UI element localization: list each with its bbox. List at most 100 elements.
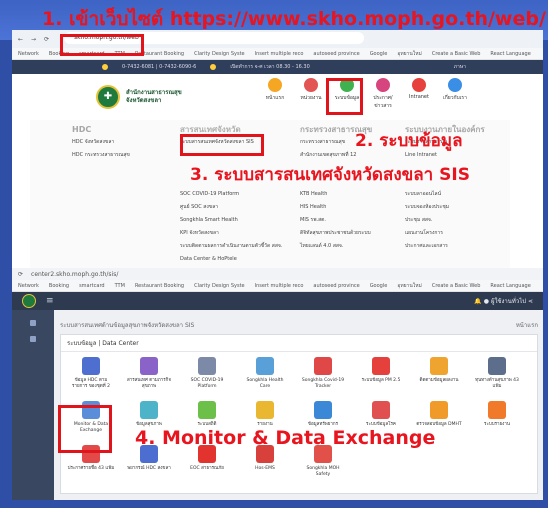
menu-link[interactable]: HDC จังหวัดสงขลา: [72, 136, 130, 149]
bookmark-item[interactable]: Create a Basic Web: [432, 51, 481, 57]
language-selector[interactable]: ภาษา: [454, 63, 466, 71]
system-tile-label: Songkhla Covid-19 Tracker: [301, 378, 345, 389]
info-phone: 0-7432-6081 | 0-7432-6090-6: [122, 64, 197, 70]
bookmark-item[interactable]: อุทยานใหม่: [397, 50, 422, 58]
org-name-line-2: จังหวัดสงขลา: [126, 97, 162, 104]
menu-link[interactable]: Songkhla Smart Health: [180, 214, 282, 227]
avatar: ●: [483, 298, 490, 305]
system-tile-icon: [198, 401, 216, 419]
system-tile[interactable]: SOC COVID-19 Platform: [183, 357, 231, 390]
forward-icon[interactable]: →: [31, 36, 36, 43]
menu-link[interactable]: ดิจิทัลสุขภาพประชาชนด้วยระบบ: [300, 227, 372, 240]
menu-link[interactable]: SOC COVID-19 Platform: [180, 188, 282, 201]
menu-link[interactable]: KTB Health: [300, 188, 372, 201]
system-tile-icon: [488, 401, 506, 419]
menu-link[interactable]: ระบบลาออนไลน์: [405, 188, 485, 201]
menu-link[interactable]: แผนงานโครงการ: [405, 227, 485, 240]
bookmark-item[interactable]: Network: [18, 283, 39, 289]
data-center-card: ระบบข้อมูล | Data Center ข้อมูล HDC ตามร…: [60, 334, 538, 494]
nav-label: หน่วยงาน: [300, 95, 322, 101]
bookmark-item[interactable]: smartcard: [79, 283, 105, 289]
bookmark-item[interactable]: autoseed province: [313, 51, 359, 57]
bookmark-item[interactable]: Google: [370, 283, 388, 289]
system-tile[interactable]: ติดตามข้อมูลผลงาน: [415, 357, 463, 384]
bookmark-item[interactable]: อุทยานใหม่: [397, 282, 422, 290]
bookmarks-bar-2: Network Booking smartcard TTM Restaurant Boo…: [12, 280, 543, 292]
system-tile[interactable]: ระบบข้อมูล PM 2.5: [357, 357, 405, 384]
moph-logo[interactable]: ✚: [96, 85, 120, 109]
bookmark-item[interactable]: autoseed province: [313, 283, 359, 289]
system-tile[interactable]: พยากรณ์ HDC สงขลา: [125, 445, 173, 472]
user-menu[interactable]: 🔔 ● ผู้ใช้งานทั่วไป ⋖: [474, 296, 533, 306]
bookmark-item[interactable]: Clarity Design Syste: [194, 283, 245, 289]
system-tile-label: ทุนทางด้านสุขภาพ 43 แฟ้ม: [475, 378, 519, 389]
menu-link[interactable]: ประกาศและเอกสาร: [405, 240, 485, 253]
menu-link[interactable]: MIS รพ.สต.: [300, 214, 372, 227]
menu-link[interactable]: ประชุม สสจ.: [405, 214, 485, 227]
bookmark-item[interactable]: Insert multiple reco: [255, 283, 304, 289]
menu-link[interactable]: HIS Health: [300, 201, 372, 214]
highlight-data-system: [326, 78, 363, 115]
system-tile-label: ระบบข้อมูล PM 2.5: [361, 378, 401, 383]
share-icon[interactable]: ⋖: [528, 298, 533, 305]
bookmark-item[interactable]: Create a Basic Web: [432, 283, 481, 289]
site-header: ✚ สำนักงานสาธารณสุข จังหวัดสงขลา หน้าแรก…: [12, 74, 543, 120]
menu-col-hdc: HDC HDC จังหวัดสงขลา HDC กระทรวงสาธารณสุข: [72, 124, 130, 162]
system-tile[interactable]: สารสนเทศ ตามภารกิจสุขภาพ: [125, 357, 173, 390]
nav-item-0[interactable]: หน้าแรก: [262, 78, 288, 110]
menu-link[interactable]: KPI จังหวัดสงขลา: [180, 227, 282, 240]
system-tile[interactable]: EOC สาธารณภัย: [183, 445, 231, 472]
nav-item-5[interactable]: เกี่ยวกับเรา: [442, 78, 468, 110]
bell-icon[interactable]: 🔔: [474, 298, 481, 305]
system-tile[interactable]: ตรวจสอบข้อมูล DMHT: [415, 401, 463, 428]
menu-link[interactable]: ไทยแลนด์ 4.0 สสจ.: [300, 240, 372, 253]
system-tile[interactable]: ระบบข้อมูลโรค: [357, 401, 405, 428]
menu-link[interactable]: Data Center & HoPtele: [180, 253, 282, 266]
nav-item-3[interactable]: ประกาศ/ข่าวสาร: [370, 78, 396, 110]
system-tile[interactable]: ระบบรายงาน: [473, 401, 521, 428]
system-tile[interactable]: Songkhla Health Care: [241, 357, 289, 390]
reload-icon-2[interactable]: ⟳: [18, 271, 23, 278]
url-text-2[interactable]: center2.skho.moph.go.th/sis/: [31, 271, 118, 278]
nav-item-1[interactable]: หน่วยงาน: [298, 78, 324, 110]
system-tile[interactable]: Songkhla MOH Safety: [299, 445, 347, 478]
system-tile-label: ระบบรายงาน: [484, 422, 510, 427]
sis-logo[interactable]: [22, 294, 36, 308]
system-tile[interactable]: ข้อมูล HDC ตามรายการ ของชุดที่ 2: [67, 357, 115, 390]
sidebar-item-home-icon[interactable]: [30, 320, 36, 326]
org-name: สำนักงานสาธารณสุข จังหวัดสงขลา: [126, 89, 182, 105]
breadcrumb-home-link[interactable]: หน้าแรก: [516, 320, 538, 334]
bookmark-item[interactable]: TTM: [115, 283, 125, 289]
bookmark-item[interactable]: Clarity Design Syste: [194, 51, 245, 57]
system-tile[interactable]: Songkhla Covid-19 Tracker: [299, 357, 347, 390]
bookmark-item[interactable]: Google: [370, 51, 388, 57]
step-4-caption: 4. Monitor & Data Exchange: [135, 427, 436, 449]
system-tile[interactable]: ข้อมูลสุขภาพ: [125, 401, 173, 428]
nav-item-4[interactable]: Intranet: [406, 78, 432, 110]
system-tile[interactable]: รายงาน: [241, 401, 289, 428]
browser-window-skho-web: ← → ⟳ skho.moph.go.th/web Network Booking…: [12, 30, 543, 275]
bookmark-item[interactable]: Booking: [49, 283, 69, 289]
system-tile-icon: [488, 357, 506, 375]
bookmark-item[interactable]: React Language: [490, 283, 530, 289]
back-icon[interactable]: ←: [18, 36, 23, 43]
highlight-monitor-tile: [58, 405, 112, 453]
reload-icon[interactable]: ⟳: [44, 36, 49, 43]
nav-label: หน้าแรก: [265, 95, 285, 101]
menu-link[interactable]: ระบบจองห้องประชุม: [405, 201, 485, 214]
system-tile[interactable]: Hos-EMS: [241, 445, 289, 472]
menu-link[interactable]: HDC กระทรวงสาธารณสุข: [72, 149, 130, 162]
bookmark-item[interactable]: Insert multiple reco: [255, 51, 304, 57]
highlight-url: [60, 34, 144, 56]
bookmark-item[interactable]: Restaurant Booking: [135, 283, 184, 289]
menu-link[interactable]: ระบบติดตามผลการดำเนินงานตามตัวชี้วัด สสจ…: [180, 240, 282, 253]
menu-link[interactable]: ศูนย์ SOC สงขลา: [180, 201, 282, 214]
sidebar-item-data-icon[interactable]: [30, 336, 36, 342]
system-tile[interactable]: ทุนทางด้านสุขภาพ 43 แฟ้ม: [473, 357, 521, 390]
nav-icon: [448, 78, 462, 92]
bookmark-item[interactable]: Network: [18, 51, 39, 57]
system-tile[interactable]: ข้อมูลทรัพยากร: [299, 401, 347, 428]
bookmark-item[interactable]: React Language: [490, 51, 530, 57]
hamburger-icon[interactable]: ≡: [46, 296, 54, 306]
system-tile[interactable]: ระบบสถิติ: [183, 401, 231, 428]
